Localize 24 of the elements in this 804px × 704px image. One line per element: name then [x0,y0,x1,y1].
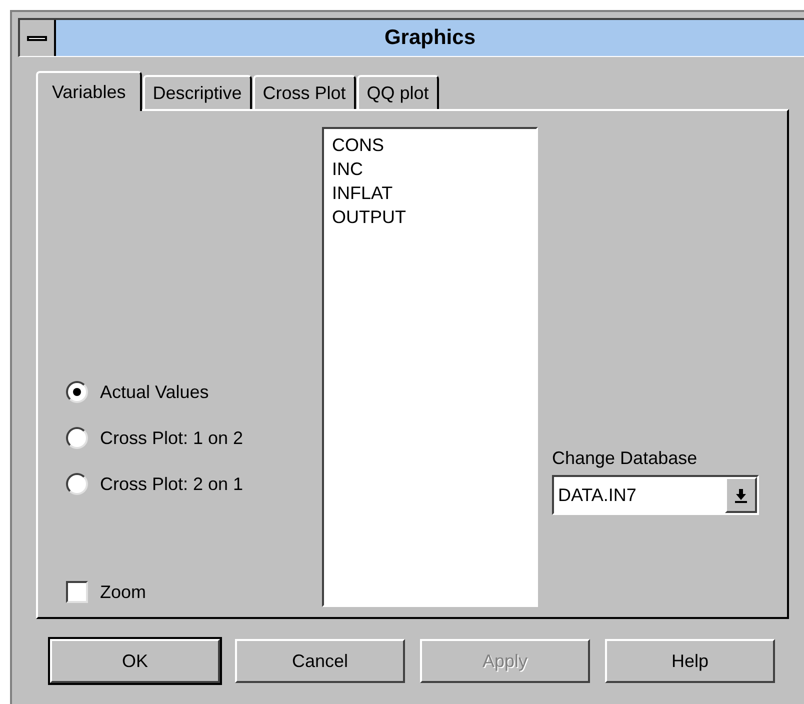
tab[interactable]: Cross Plot [252,75,356,109]
window-title: Graphics [383,25,477,51]
radio-label: Actual Values [100,382,209,402]
dialog-button[interactable]: Help [605,639,775,683]
list-item[interactable]: OUTPUT [332,205,528,229]
radio-button[interactable] [66,381,88,403]
radio-label: Cross Plot: 2 on 1 [100,474,244,494]
list-item[interactable]: INFLAT [332,181,528,205]
radio-button[interactable] [66,473,88,495]
radio-button[interactable] [66,427,88,449]
checkbox[interactable] [66,581,88,603]
dialog-button[interactable]: Cancel [235,639,405,683]
list-item[interactable]: CONS [332,133,528,157]
tab[interactable]: Variables [36,71,142,111]
system-menu-button[interactable] [20,20,56,56]
variable-list[interactable]: CONS INC INFLAT OUTPUT [322,127,538,607]
field-label: Change Database [552,448,698,469]
tab[interactable]: QQ plot [356,75,439,109]
tab[interactable]: Descriptive [142,75,252,109]
list-item[interactable]: INC [332,157,528,181]
checkbox-label: Zoom [100,582,146,602]
dialog-button[interactable]: OK [50,639,220,683]
database-dropdown[interactable]: DATA.IN7 [552,475,759,515]
radio-label: Cross Plot: 1 on 2 [100,428,244,448]
